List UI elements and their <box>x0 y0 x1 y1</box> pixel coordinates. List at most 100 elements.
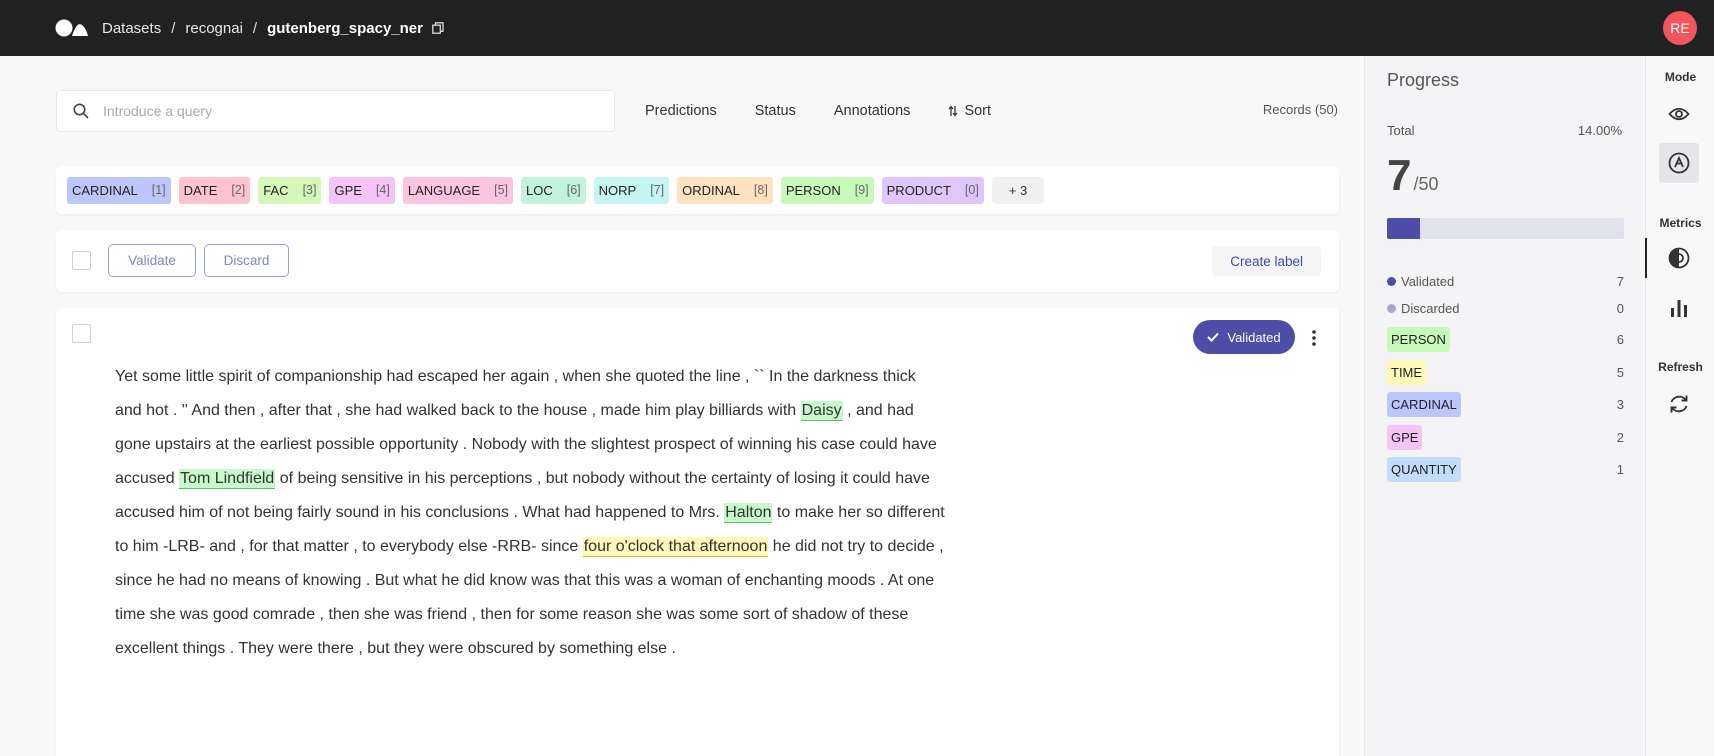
label-chip-shortcut: [6] <box>566 183 581 197</box>
records-count: Records (50) <box>1262 102 1338 117</box>
record-checkbox[interactable] <box>72 324 91 343</box>
more-labels-button[interactable]: + 3 <box>991 176 1045 204</box>
progress-label-count: 6 <box>1616 332 1624 347</box>
user-avatar[interactable]: RE <box>1663 11 1697 45</box>
label-chip-ordinal[interactable]: ORDINAL [8] <box>677 176 773 204</box>
label-chip-loc[interactable]: LOC [6] <box>521 176 586 204</box>
label-chip-name: GPE <box>334 182 362 198</box>
progress-label-count: 2 <box>1616 429 1624 445</box>
annotations-filter[interactable]: Annotations <box>834 103 911 119</box>
label-chips: CARDINAL [1] DATE [2] FAC [3] GPE [4] LANGUAGE [5… <box>67 176 992 204</box>
refresh-title: Refresh <box>1658 360 1703 374</box>
progress-total-percent: 14.00% <box>1577 123 1622 138</box>
entity-span-person[interactable]: Tom Lindfield <box>179 469 276 489</box>
validated-stat: Validated 7 <box>1387 274 1624 289</box>
progress-metrics-button[interactable] <box>1659 238 1699 278</box>
annotate-icon <box>1668 152 1690 174</box>
label-chip-name: FAC <box>263 182 289 198</box>
record-text-segment: he did not try to decide , since he had … <box>115 538 944 657</box>
predictions-filter[interactable]: Predictions <box>645 103 717 119</box>
discarded-dot-icon <box>1387 304 1396 313</box>
label-chip-date[interactable]: DATE [2] <box>178 176 251 204</box>
refresh-button[interactable] <box>1659 384 1699 424</box>
label-chip-shortcut: [4] <box>375 183 390 197</box>
label-chip-name: ORDINAL <box>682 182 740 198</box>
stats-metrics-button[interactable] <box>1659 288 1699 328</box>
progress-label-cardinal: CARDINAL 3 <box>1387 392 1624 417</box>
label-chip-language[interactable]: LANGUAGE [5] <box>402 176 514 204</box>
progress-title: Progress <box>1387 70 1460 90</box>
eye-icon <box>1668 107 1690 121</box>
progress-bar <box>1387 218 1624 239</box>
more-options-icon[interactable] <box>1311 328 1317 348</box>
breadcrumb-workspace[interactable]: recognai <box>185 20 243 37</box>
copy-icon[interactable] <box>432 22 444 34</box>
create-label-button[interactable]: Create label <box>1212 246 1321 276</box>
progress-label-tag: QUANTITY <box>1387 457 1461 482</box>
label-chip-shortcut: [7] <box>650 183 665 197</box>
label-chip-person[interactable]: PERSON [9] <box>780 176 874 204</box>
progress-label-count: 5 <box>1616 364 1624 380</box>
validate-button[interactable]: Validate <box>108 244 196 277</box>
record-text: Yet some little spirit of companionship … <box>115 360 945 666</box>
label-chip-name: LOC <box>526 182 553 198</box>
filters-bar: Predictions Status Annotations Sort <box>645 90 1029 132</box>
progress-label-time: TIME 5 <box>1387 359 1624 385</box>
search-bar <box>56 90 615 132</box>
label-chip-shortcut: [8] <box>753 183 768 197</box>
bulk-actions-bar: Validate Discard Create label <box>56 230 1339 292</box>
label-chip-name: NORP <box>598 182 637 198</box>
label-chip-shortcut: [2] <box>231 183 246 197</box>
pie-chart-icon <box>1668 247 1690 269</box>
metrics-title: Metrics <box>1659 216 1702 230</box>
entity-span-time[interactable]: four o'clock that afternoon <box>582 537 769 557</box>
progress-count: 7/50 <box>1387 151 1439 200</box>
progress-label-tag: GPE <box>1387 424 1423 450</box>
breadcrumb-dataset: gutenberg_spacy_ner <box>267 19 423 37</box>
sort-button[interactable]: Sort <box>948 103 991 119</box>
search-icon <box>73 103 89 119</box>
explore-mode-button[interactable] <box>1659 94 1699 134</box>
select-all-checkbox[interactable] <box>72 251 91 270</box>
label-chip-name: PRODUCT <box>886 182 951 198</box>
discarded-stat: Discarded 0 <box>1387 301 1624 316</box>
check-icon <box>1207 332 1220 342</box>
main-content: Predictions Status Annotations Sort Reco… <box>0 56 1364 756</box>
annotate-mode-button[interactable] <box>1659 143 1699 183</box>
label-chip-name: DATE <box>183 182 218 198</box>
refresh-icon <box>1670 395 1688 413</box>
progress-label-gpe: GPE 2 <box>1387 424 1624 450</box>
search-input[interactable] <box>103 103 583 119</box>
label-chip-product[interactable]: PRODUCT [0] <box>881 176 984 204</box>
top-bar: Datasets / recognai / gutenberg_spacy_ne… <box>0 0 1714 56</box>
progress-label-person: PERSON 6 <box>1387 327 1624 352</box>
label-chip-name: LANGUAGE <box>407 182 481 198</box>
labels-bar: CARDINAL [1] DATE [2] FAC [3] GPE [4] LANGUAGE [5… <box>56 166 1339 214</box>
discard-button[interactable]: Discard <box>204 244 289 277</box>
validated-dot-icon <box>1387 277 1396 286</box>
label-chip-norp[interactable]: NORP [7] <box>593 176 670 204</box>
progress-panel: Progress Total 14.00% 7/50 Validated 7 D… <box>1364 56 1644 756</box>
entity-span-person[interactable]: Halton <box>724 503 773 523</box>
progress-label-tag: TIME <box>1387 359 1427 385</box>
mode-sidebar: Mode Metrics Refresh <box>1645 56 1714 756</box>
breadcrumb: Datasets / recognai / gutenberg_spacy_ne… <box>102 0 444 56</box>
label-chip-gpe[interactable]: GPE [4] <box>329 176 395 204</box>
record-status-badge[interactable]: Validated <box>1193 320 1295 354</box>
argilla-logo-icon[interactable] <box>55 19 89 37</box>
status-filter[interactable]: Status <box>755 103 796 119</box>
label-chip-shortcut: [3] <box>302 183 317 197</box>
entity-span-person[interactable]: Daisy <box>800 401 843 421</box>
progress-label-count: 1 <box>1616 462 1624 477</box>
mode-title: Mode <box>1664 70 1697 84</box>
progress-label-count: 3 <box>1616 397 1624 412</box>
label-chip-fac[interactable]: FAC [3] <box>258 176 322 204</box>
progress-total-label: Total <box>1387 123 1415 138</box>
label-chip-shortcut: [9] <box>854 183 869 197</box>
bar-chart-icon <box>1671 300 1687 317</box>
breadcrumb-datasets[interactable]: Datasets <box>102 20 161 37</box>
label-chip-cardinal[interactable]: CARDINAL [1] <box>67 176 171 204</box>
progress-bar-fill <box>1387 218 1421 239</box>
label-chip-shortcut: [0] <box>964 183 979 197</box>
label-chip-name: CARDINAL <box>72 182 138 198</box>
